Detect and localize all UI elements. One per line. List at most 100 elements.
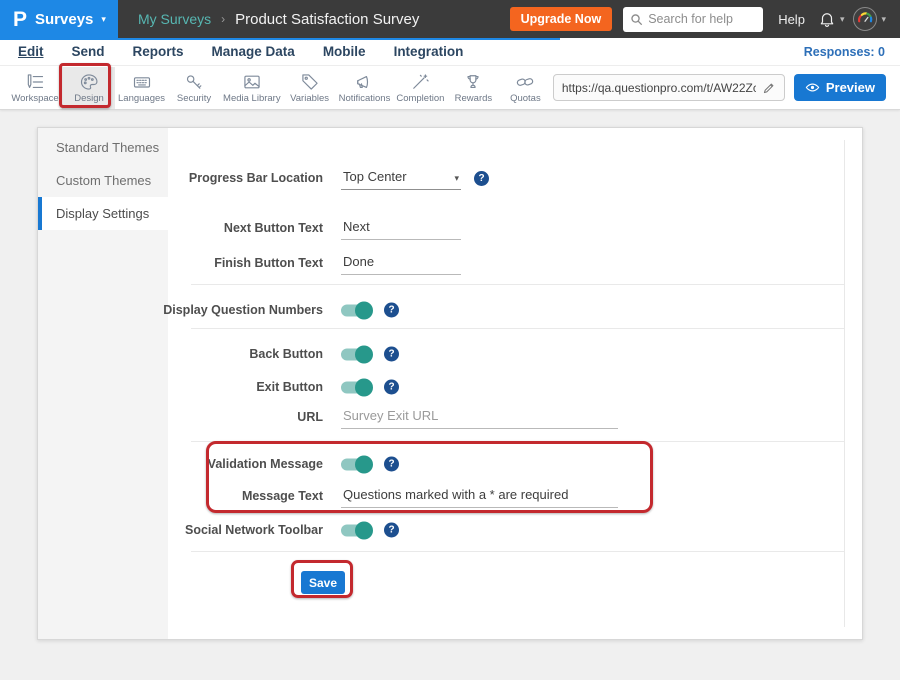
themes-sidebar: Standard ThemesCustom ThemesDisplay Sett…	[38, 128, 168, 639]
field-label: Back Button	[168, 347, 323, 361]
toolbar-item-rewards[interactable]: Rewards	[447, 67, 499, 109]
search-input[interactable]	[648, 12, 756, 26]
sidebar-item-display-settings[interactable]: Display Settings	[38, 197, 168, 230]
toolbar-item-label: Notifications	[339, 93, 391, 104]
quotas-icon	[515, 71, 535, 92]
exit-url-row: URL	[168, 403, 862, 431]
questionpro-logo-icon: P	[13, 9, 27, 30]
toolbar-item-label: Workspace	[11, 93, 58, 104]
toolbar-item-workspace[interactable]: Workspace	[8, 67, 63, 109]
toolbar-item-label: Variables	[290, 93, 329, 104]
breadcrumb-parent[interactable]: My Surveys	[138, 11, 211, 27]
exit-button-toggle[interactable]	[341, 381, 371, 393]
help-icon[interactable]: ?	[384, 523, 399, 538]
nav-item-edit[interactable]: Edit	[18, 44, 44, 59]
social-network-toolbar-row: Social Network Toolbar ?	[168, 516, 862, 544]
help-search	[623, 7, 763, 32]
design-icon	[79, 71, 99, 92]
notifications-menu[interactable]: ▾	[818, 10, 845, 28]
account-menu[interactable]: ▾	[853, 7, 886, 31]
preview-label: Preview	[826, 80, 875, 95]
selected-value: Top Center	[343, 169, 407, 184]
section-divider	[191, 441, 844, 442]
toolbar-item-label: Languages	[118, 93, 165, 104]
help-icon[interactable]: ?	[384, 347, 399, 362]
sidebar-item-standard-themes[interactable]: Standard Themes	[38, 131, 168, 164]
toolbar-item-notifications[interactable]: Notifications	[336, 67, 394, 109]
help-icon[interactable]: ?	[384, 380, 399, 395]
product-switcher[interactable]: P Surveys ▾	[0, 0, 118, 38]
field-label: Progress Bar Location	[168, 171, 323, 185]
field-label: Message Text	[168, 489, 323, 503]
toolbar-item-completion[interactable]: Completion	[393, 67, 447, 109]
page-title: Product Satisfaction Survey	[235, 11, 419, 28]
save-button[interactable]: Save	[301, 571, 345, 594]
toolbar-item-languages[interactable]: Languages	[115, 67, 168, 109]
nav-item-reports[interactable]: Reports	[133, 44, 184, 59]
upgrade-now-button[interactable]: Upgrade Now	[510, 7, 613, 31]
toolbar-item-security[interactable]: Security	[168, 67, 220, 109]
sidebar-item-custom-themes[interactable]: Custom Themes	[38, 164, 168, 197]
media-library-icon	[242, 71, 262, 92]
variables-icon	[300, 71, 320, 92]
finish-button-text-input[interactable]	[341, 251, 461, 275]
message-text-input[interactable]	[341, 484, 618, 508]
nav-item-integration[interactable]: Integration	[394, 44, 464, 59]
survey-url-field[interactable]: https://qa.questionpro.com/t/AW22Zcq2J	[553, 74, 785, 101]
toolbar-item-variables[interactable]: Variables	[284, 67, 336, 109]
progress-bar-location-select[interactable]: Top Center ▾	[341, 166, 461, 190]
chevron-down-icon: ▾	[881, 14, 886, 25]
field-label: Exit Button	[168, 380, 323, 394]
toolbar-item-label: Quotas	[510, 93, 541, 104]
finish-button-text-row: Finish Button Text	[168, 249, 862, 277]
display-question-numbers-row: Display Question Numbers ?	[168, 296, 862, 324]
toolbar-item-media-library[interactable]: Media Library	[220, 67, 284, 109]
help-icon[interactable]: ?	[474, 171, 489, 186]
edit-url-pencil-icon[interactable]	[762, 81, 776, 95]
survey-menu-bar: Edit Send Reports Manage Data Mobile Integrat…	[0, 38, 900, 66]
search-icon	[630, 13, 643, 26]
preview-button[interactable]: Preview	[794, 74, 886, 101]
help-icon[interactable]: ?	[384, 303, 399, 318]
help-link[interactable]: Help	[778, 12, 805, 27]
avatar	[853, 7, 877, 31]
toolbar-item-label: Design	[74, 93, 104, 104]
next-button-text-input[interactable]	[341, 216, 461, 240]
section-divider	[191, 328, 844, 329]
field-label: Social Network Toolbar	[168, 523, 323, 537]
section-divider	[191, 284, 844, 285]
display-question-numbers-toggle[interactable]	[341, 304, 371, 316]
validation-message-toggle[interactable]	[341, 458, 371, 470]
nav-item-manage-data[interactable]: Manage Data	[212, 44, 295, 59]
app-window: P Surveys ▾ My Surveys › Product Satisfa…	[0, 0, 900, 680]
top-bar: P Surveys ▾ My Surveys › Product Satisfa…	[0, 0, 900, 38]
workspace-icon	[25, 71, 45, 92]
back-button-toggle[interactable]	[341, 348, 371, 360]
survey-url-text[interactable]: https://qa.questionpro.com/t/AW22Zcq2J	[562, 81, 756, 95]
field-label: Next Button Text	[168, 221, 323, 235]
exit-url-input[interactable]	[341, 405, 618, 429]
nav-item-mobile[interactable]: Mobile	[323, 44, 366, 59]
completion-icon	[410, 71, 430, 92]
responses-count[interactable]: Responses: 0	[804, 45, 885, 59]
toolbar-item-quotas[interactable]: Quotas	[499, 67, 551, 109]
breadcrumb-separator-icon: ›	[221, 12, 225, 26]
nav-item-send[interactable]: Send	[72, 44, 105, 59]
back-button-row: Back Button ?	[168, 340, 862, 368]
notifications-icon	[354, 71, 374, 92]
toolbar-item-design[interactable]: Design	[63, 67, 115, 109]
rewards-icon	[463, 71, 483, 92]
chevron-down-icon: ▾	[840, 14, 845, 25]
toolbar-item-label: Completion	[396, 93, 444, 104]
design-toolbar: Workspace Design Languages Security Media Li…	[0, 66, 900, 110]
toolbar-item-label: Security	[177, 93, 211, 104]
header-accent-line	[0, 38, 560, 40]
next-button-text-row: Next Button Text	[168, 214, 862, 242]
eye-icon	[805, 80, 820, 95]
field-label: Finish Button Text	[168, 256, 323, 270]
help-icon[interactable]: ?	[384, 457, 399, 472]
social-network-toolbar-toggle[interactable]	[341, 524, 371, 536]
product-name: Surveys	[35, 11, 93, 28]
field-label: Display Question Numbers	[168, 303, 323, 317]
toolbar-item-label: Media Library	[223, 93, 281, 104]
